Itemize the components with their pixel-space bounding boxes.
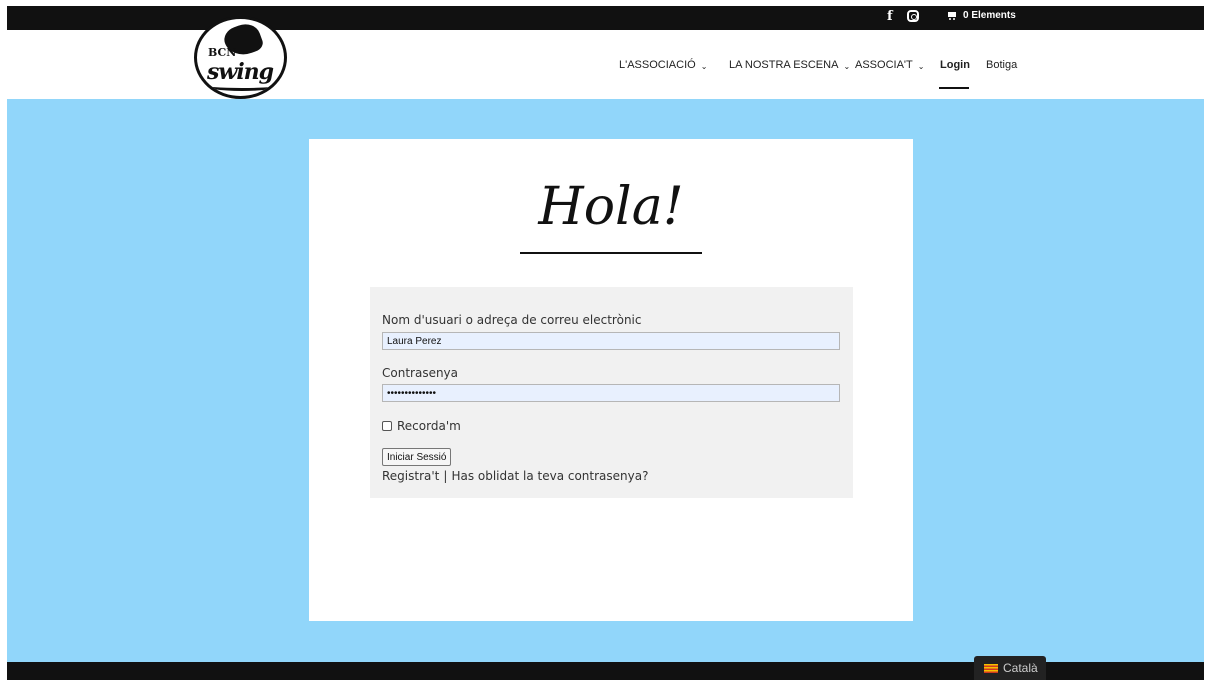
remember-checkbox[interactable]	[382, 421, 392, 431]
site-header: L'ASSOCIACIÓ ⌄ LA NOSTRA ESCENA ⌄ ASSOCI…	[7, 30, 1204, 99]
username-label: Nom d'usuari o adreça de correu electròn…	[382, 313, 642, 327]
nav-label: Botiga	[986, 59, 1018, 71]
password-label: Contrasenya	[382, 366, 459, 380]
logo-text-bcn: BCN	[208, 46, 237, 59]
login-button[interactable]: Iniciar Sessió	[382, 448, 452, 466]
facebook-icon[interactable]: f	[887, 8, 893, 26]
logo-swoosh	[203, 79, 281, 91]
forgot-password-link[interactable]: Has oblidat la teva contrasenya?	[451, 469, 648, 483]
nav-item-escena[interactable]: LA NOSTRA ESCENA ⌄	[729, 59, 850, 71]
login-form: Nom d'usuari o adreça de correu electròn…	[370, 287, 853, 498]
nav-item-login[interactable]: Login	[940, 59, 970, 71]
language-switcher[interactable]: Català	[974, 656, 1046, 680]
content-area: Hola! Nom d'usuari o adreça de correu el…	[7, 99, 1204, 662]
cart-link[interactable]: 0 Elements	[947, 10, 1016, 21]
nav-label: ASSOCIA'T	[855, 59, 913, 71]
password-input[interactable]	[382, 384, 840, 402]
cart-icon	[947, 11, 957, 20]
site-logo[interactable]: BCN swing	[194, 16, 287, 99]
site-footer: Català	[7, 656, 1204, 680]
username-input[interactable]	[382, 332, 840, 350]
language-label: Català	[1003, 661, 1038, 675]
form-links: Registra't | Has oblidat la teva contras…	[382, 469, 648, 483]
top-bar: f 0 Elements	[7, 6, 1204, 30]
active-nav-underline	[939, 87, 969, 89]
login-card: Hola! Nom d'usuari o adreça de correu el…	[309, 139, 913, 621]
chevron-down-icon: ⌄	[843, 61, 851, 71]
nav-label: LA NOSTRA ESCENA	[729, 59, 839, 71]
nav-item-botiga[interactable]: Botiga	[986, 59, 1017, 71]
page-title: Hola!	[538, 177, 684, 237]
register-link[interactable]: Registra't	[382, 469, 439, 483]
remember-row: Recorda'm	[382, 419, 461, 433]
catalan-flag-icon	[984, 663, 998, 673]
chevron-down-icon: ⌄	[700, 61, 708, 71]
cart-label: 0 Elements	[963, 10, 1016, 21]
nav-label: L'ASSOCIACIÓ	[619, 59, 696, 71]
link-separator: |	[443, 469, 448, 483]
page-frame: f 0 Elements L'ASSOCIACIÓ ⌄ LA NOSTRA ES…	[7, 6, 1204, 680]
nav-label: Login	[940, 59, 970, 71]
chevron-down-icon: ⌄	[917, 61, 925, 71]
instagram-icon[interactable]	[907, 10, 919, 22]
nav-item-associat[interactable]: ASSOCIA'T ⌄	[855, 59, 924, 71]
remember-label[interactable]: Recorda'm	[397, 419, 461, 433]
title-divider	[520, 252, 702, 254]
nav-item-associacio[interactable]: L'ASSOCIACIÓ ⌄	[619, 59, 707, 71]
